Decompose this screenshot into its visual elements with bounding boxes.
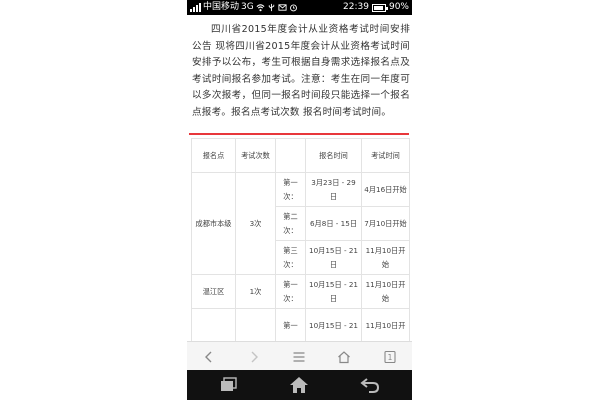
header-count: 考试次数 [235, 138, 276, 173]
status-bar: 中国移动 3G 22:39 90% [187, 0, 412, 15]
home-icon [338, 350, 350, 363]
recent-apps-icon [221, 377, 237, 391]
header-site: 报名点 [191, 138, 236, 173]
back-button[interactable] [195, 342, 223, 371]
round-cell: 第三次： [275, 240, 306, 275]
exam-cell: 11月10日开始 [361, 274, 410, 309]
exam-cell: 4月16日开始 [361, 172, 410, 207]
chevron-left-icon [205, 351, 212, 362]
table-row: 第一 10月15日 - 21 11月10日开 [191, 308, 410, 343]
registration-cell: 3月23日 - 29日 [305, 172, 362, 207]
exam-cell: 7月10日开始 [361, 206, 410, 241]
site-cell: 成都市本级 [191, 172, 236, 275]
header-round [275, 138, 306, 173]
signal-icon [190, 3, 201, 12]
wifi-icon [256, 4, 265, 12]
red-divider [189, 133, 409, 135]
mail-icon [278, 4, 287, 11]
table-row: 温江区 1次 第一次： 10月15日 - 21日 11月10日开始 [191, 274, 410, 309]
usb-icon [268, 3, 274, 12]
round-cell: 第一 [275, 308, 306, 343]
round-cell: 第一次： [275, 172, 306, 207]
chevron-right-icon [251, 351, 258, 362]
browser-toolbar: 1 [187, 341, 412, 371]
battery-label: 90% [388, 2, 409, 12]
status-left: 中国移动 3G [190, 0, 298, 15]
system-back-icon [360, 378, 380, 393]
menu-icon [293, 351, 305, 362]
system-nav-bar [187, 370, 412, 400]
table-row: 成都市本级 3次 第一次： 3月23日 - 29日 4月16日开始 [191, 172, 410, 275]
header-registration-time: 报名时间 [305, 138, 362, 173]
registration-cell: 10月15日 - 21日 [305, 240, 362, 275]
menu-button[interactable] [285, 342, 313, 371]
alarm-icon [289, 4, 297, 12]
forward-button[interactable] [240, 342, 268, 371]
home-button[interactable] [330, 342, 358, 371]
article-paragraph: 四川省2015年度会计从业资格考试时间安排公告 现将四川省2015年度会计从业资… [192, 24, 410, 118]
exam-cell: 11月10日开始 [361, 240, 410, 275]
status-right: 22:39 90% [343, 0, 409, 15]
count-cell: 3次 [235, 172, 276, 275]
carrier-label: 中国移动 [203, 2, 240, 12]
system-home-icon [290, 377, 308, 393]
recent-apps-button[interactable] [209, 370, 249, 400]
tab-count: 1 [388, 353, 393, 362]
clock-label: 22:39 [343, 2, 369, 12]
registration-cell: 10月15日 - 21日 [305, 274, 362, 309]
network-label: 3G [241, 2, 254, 12]
system-home-button[interactable] [279, 370, 319, 400]
site-cell [191, 308, 236, 343]
registration-cell: 10月15日 - 21 [305, 308, 362, 343]
registration-cell: 6月8日 - 15日 [305, 206, 362, 241]
tabs-icon: 1 [384, 350, 396, 363]
table-header-row: 报名点 考试次数 报名时间 考试时间 [191, 138, 410, 173]
count-cell [235, 308, 276, 343]
site-cell: 温江区 [191, 274, 236, 309]
exam-schedule-table: 报名点 考试次数 报名时间 考试时间 成都市本级 3次 第一次： 3月23日 -… [191, 138, 410, 343]
battery-icon [371, 3, 388, 12]
round-cell: 第二次： [275, 206, 306, 241]
tabs-button[interactable]: 1 [376, 342, 404, 371]
phone-screen: 中国移动 3G 22:39 90% 四川省2015年度会计从业资格考试时间安排公… [187, 0, 412, 400]
round-cell: 第一次： [275, 274, 306, 309]
count-cell: 1次 [235, 274, 276, 309]
header-exam-time: 考试时间 [361, 138, 410, 173]
exam-cell: 11月10日开 [361, 308, 410, 343]
system-back-button[interactable] [350, 370, 390, 400]
